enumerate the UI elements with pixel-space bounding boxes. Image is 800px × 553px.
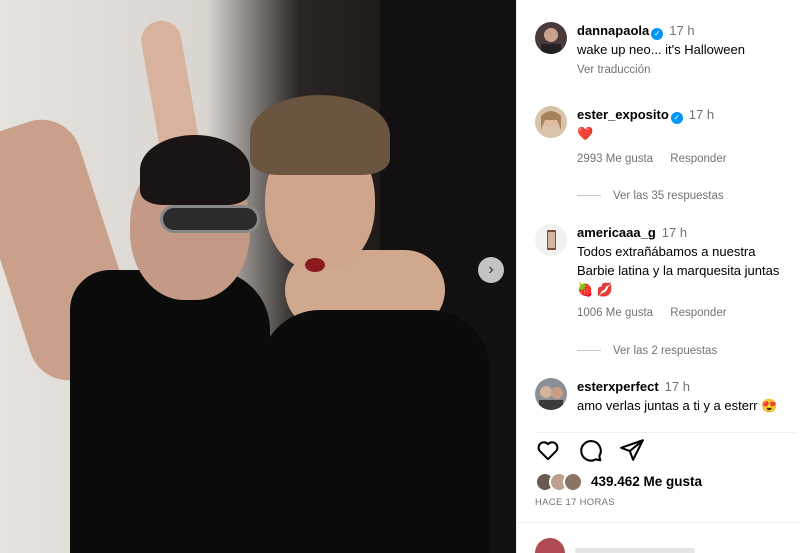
- comment-username[interactable]: americaaa_g: [577, 225, 656, 240]
- translate-link[interactable]: Ver traducción: [577, 64, 651, 76]
- avatar[interactable]: [535, 378, 567, 410]
- likes-count[interactable]: 439.462 Me gusta: [591, 474, 702, 489]
- liker-avatar: [563, 472, 583, 492]
- next-photo-button[interactable]: ›: [478, 257, 504, 283]
- comment-text-emoji: 🍓 💋: [577, 282, 613, 297]
- comment-username[interactable]: esterxperfect: [577, 379, 659, 394]
- comment-icon[interactable]: [577, 437, 603, 463]
- photo-person-left-hair: [140, 135, 250, 205]
- comment-likes[interactable]: 1006 Me gusta: [577, 307, 653, 319]
- verified-badge-icon: ✓: [651, 28, 664, 40]
- comment-text: wake up neo... it's Halloween: [577, 42, 745, 57]
- avatar: [535, 538, 565, 553]
- comment-text: amo verlas juntas a ti y a esterr 😍: [577, 398, 778, 413]
- comment-text-line-1: Todos extrañábamos a nuestra: [577, 244, 756, 259]
- comment-likes[interactable]: 2993 Me gusta: [577, 153, 653, 165]
- divider: [517, 522, 800, 523]
- comment-username[interactable]: dannapaola: [577, 23, 649, 38]
- photo-sunglasses: [160, 205, 260, 233]
- post-time[interactable]: HACE 17 HORAS: [535, 497, 615, 508]
- avatar[interactable]: [535, 106, 567, 138]
- share-icon[interactable]: [619, 437, 645, 463]
- comment-username[interactable]: ester_exposito: [577, 107, 669, 122]
- comment-text-line-2: Barbie latina y la marquesita juntas: [577, 263, 780, 278]
- heart-icon[interactable]: [535, 437, 561, 463]
- view-replies-link[interactable]: Ver las 35 respuestas: [577, 190, 724, 202]
- post-actions: [535, 432, 795, 462]
- photo-choker-rose: [305, 258, 325, 272]
- view-replies-link[interactable]: Ver las 2 respuestas: [577, 345, 717, 357]
- reply-button[interactable]: Responder: [670, 307, 726, 319]
- comment-time[interactable]: 17 h: [662, 225, 687, 240]
- comment-time[interactable]: 17 h: [689, 107, 714, 122]
- photo-person-left-outfit: [70, 270, 270, 553]
- chevron-right-icon: ›: [488, 261, 494, 278]
- verified-badge-icon: ✓: [670, 112, 683, 124]
- comment-time[interactable]: 17 h: [665, 379, 690, 394]
- comments-panel: dannapaola ✓ 17 h wake up neo... it's Hall…: [516, 0, 800, 553]
- avatar[interactable]: [535, 22, 567, 54]
- add-comment-placeholder: [575, 548, 695, 553]
- photo-person-right-outfit: [260, 310, 490, 553]
- post-photo[interactable]: ›: [0, 0, 516, 553]
- avatar[interactable]: [535, 224, 567, 256]
- comment-time[interactable]: 17 h: [669, 23, 694, 38]
- photo-person-right-hair: [250, 95, 390, 175]
- comment-text: ❤️: [577, 126, 594, 141]
- reply-button[interactable]: Responder: [670, 153, 726, 165]
